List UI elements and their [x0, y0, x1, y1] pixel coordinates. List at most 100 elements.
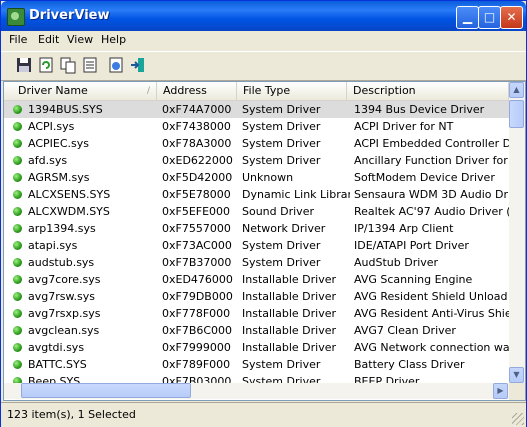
exit-icon — [131, 58, 144, 72]
cell-type: Sound Driver — [242, 205, 314, 218]
table-row[interactable]: afd.sys 0xED622000 System Driver Ancillary … — [4, 152, 509, 169]
table-row[interactable]: ACPIEC.sys 0xF78A3000 System Driver ACPI Em… — [4, 135, 509, 152]
cell-desc: Battery Class Driver — [354, 358, 465, 371]
cell-desc: ACPI Driver for NT — [354, 120, 454, 133]
scroll-down-button[interactable]: ▼ — [509, 367, 524, 383]
cell-desc: ACPI Embedded Controller Drive — [354, 137, 509, 150]
cell-type: Installable Driver — [242, 273, 337, 286]
column-label: Driver Name — [18, 84, 88, 97]
cell-name: ALCXSENS.SYS — [28, 188, 111, 201]
table-row[interactable]: Beep.SYS 0xF7B03000 System Driver BEEP Driv… — [4, 373, 509, 383]
cell-address: 0xF74A7000 — [162, 103, 232, 116]
cell-desc: IP/1394 Arp Client — [354, 222, 454, 235]
refresh-icon — [39, 57, 53, 73]
cell-desc: Realtek AC'97 Audio Driver (WDI — [354, 205, 509, 218]
cell-type: System Driver — [242, 239, 321, 252]
driver-status-icon — [13, 207, 22, 216]
table-row[interactable]: BATTC.SYS 0xF789F000 System Driver Battery … — [4, 356, 509, 373]
table-row[interactable]: AGRSM.sys 0xF5D42000 Unknown SoftModem Devi… — [4, 169, 509, 186]
cell-name: afd.sys — [28, 154, 68, 167]
list-header: Driver Name / Address File Type Descript… — [4, 82, 509, 101]
menu-help[interactable]: Help — [101, 33, 126, 46]
cell-desc: AVG Resident Shield Unload Help — [354, 290, 509, 303]
horizontal-scroll-thumb[interactable] — [21, 383, 191, 398]
list-rows: 1394BUS.SYS 0xF74A7000 System Driver 1394 B… — [4, 101, 509, 383]
cell-address: 0xED622000 — [162, 154, 233, 167]
cell-type: System Driver — [242, 256, 321, 269]
status-bar: 123 item(s), 1 Selected — [1, 402, 526, 427]
table-row[interactable]: avg7rsxp.sys 0xF778F000 Installable Driver… — [4, 305, 509, 322]
column-header-description[interactable]: Description — [347, 82, 509, 100]
driver-status-icon — [13, 258, 22, 267]
properties-icon — [83, 57, 97, 73]
table-row[interactable]: ALCXWDM.SYS 0xF5EFE000 Sound Driver Realtek… — [4, 203, 509, 220]
resize-grip-icon[interactable] — [512, 413, 524, 425]
table-row[interactable]: avg7rsw.sys 0xF79DB000 Installable Driver A… — [4, 288, 509, 305]
table-row[interactable]: 1394BUS.SYS 0xF74A7000 System Driver 1394 B… — [4, 101, 509, 118]
menu-file[interactable]: File — [9, 33, 27, 46]
horizontal-scrollbar[interactable]: ▶ — [4, 383, 509, 399]
cell-address: 0xF7557000 — [162, 222, 231, 235]
driver-status-icon — [13, 156, 22, 165]
close-icon: ✕ — [506, 10, 517, 24]
menu-bar: File Edit View Help — [1, 31, 526, 49]
cell-type: Installable Driver — [242, 341, 337, 354]
properties-button[interactable] — [81, 56, 99, 74]
cell-name: avg7rsw.sys — [28, 290, 95, 303]
close-button[interactable]: ✕ — [500, 6, 523, 29]
minimize-button[interactable]: ▁ — [456, 6, 479, 29]
cell-type: Installable Driver — [242, 290, 337, 303]
cell-address: 0xF7B37000 — [162, 256, 232, 269]
maximize-button[interactable]: □ — [478, 6, 501, 29]
table-row[interactable]: avg7core.sys 0xED476000 Installable Driver… — [4, 271, 509, 288]
cell-name: avgtdi.sys — [28, 341, 85, 354]
scroll-up-button[interactable]: ▲ — [509, 82, 524, 98]
column-header-driver-name[interactable]: Driver Name / — [4, 82, 157, 100]
scrollbar-corner — [509, 383, 525, 400]
cell-desc: Sensaura WDM 3D Audio Driver — [354, 188, 509, 201]
table-row[interactable]: audstub.sys 0xF7B37000 System Driver AudStu… — [4, 254, 509, 271]
cell-type: Installable Driver — [242, 307, 337, 320]
cell-name: atapi.sys — [28, 239, 78, 252]
cell-desc: AVG Resident Anti-Virus Shield — [354, 307, 509, 320]
cell-type: Network Driver — [242, 222, 326, 235]
cell-name: BATTC.SYS — [28, 358, 87, 371]
table-row[interactable]: atapi.sys 0xF73AC000 System Driver IDE/ATAP… — [4, 237, 509, 254]
menu-view[interactable]: View — [67, 33, 93, 46]
html-report-button[interactable] — [107, 56, 125, 74]
driver-status-icon — [13, 105, 22, 114]
column-header-address[interactable]: Address — [157, 82, 237, 100]
window-title: DriverView — [29, 8, 110, 23]
cell-desc: IDE/ATAPI Port Driver — [354, 239, 469, 252]
table-row[interactable]: ACPI.sys 0xF7438000 System Driver ACPI Driv… — [4, 118, 509, 135]
table-row[interactable]: ALCXSENS.SYS 0xF5E78000 Dynamic Link Libra… — [4, 186, 509, 203]
copy-button[interactable] — [59, 56, 77, 74]
cell-address: 0xF78A3000 — [162, 137, 232, 150]
cell-name: avg7rsxp.sys — [28, 307, 101, 320]
cell-address: 0xF7B6C000 — [162, 324, 233, 337]
save-button[interactable] — [15, 56, 33, 74]
column-header-file-type[interactable]: File Type — [237, 82, 347, 100]
cell-name: avgclean.sys — [28, 324, 100, 337]
driver-list[interactable]: Driver Name / Address File Type Descript… — [3, 81, 526, 401]
save-icon — [17, 58, 31, 72]
table-row[interactable]: avgtdi.sys 0xF7999000 Installable Driver AV… — [4, 339, 509, 356]
title-bar[interactable]: DriverView ▁ □ ✕ — [1, 1, 526, 31]
vertical-scrollbar[interactable]: ▲ ▼ — [509, 82, 525, 383]
sort-arrow-icon: / — [146, 86, 150, 96]
driver-status-icon — [13, 173, 22, 182]
minimize-icon: ▁ — [462, 10, 473, 24]
cell-type: System Driver — [242, 154, 321, 167]
cell-address: 0xF79DB000 — [162, 290, 233, 303]
vertical-scroll-thumb[interactable] — [509, 100, 524, 128]
cell-address: 0xED476000 — [162, 273, 233, 286]
table-row[interactable]: arp1394.sys 0xF7557000 Network Driver IP/13… — [4, 220, 509, 237]
table-row[interactable]: avgclean.sys 0xF7B6C000 Installable Driver… — [4, 322, 509, 339]
scroll-right-button[interactable]: ▶ — [493, 383, 508, 399]
menu-edit[interactable]: Edit — [38, 33, 59, 46]
cell-desc: BEEP Driver — [354, 375, 420, 383]
cell-type: System Driver — [242, 375, 321, 383]
driver-status-icon — [13, 139, 22, 148]
exit-button[interactable] — [129, 56, 147, 74]
refresh-button[interactable] — [37, 56, 55, 74]
